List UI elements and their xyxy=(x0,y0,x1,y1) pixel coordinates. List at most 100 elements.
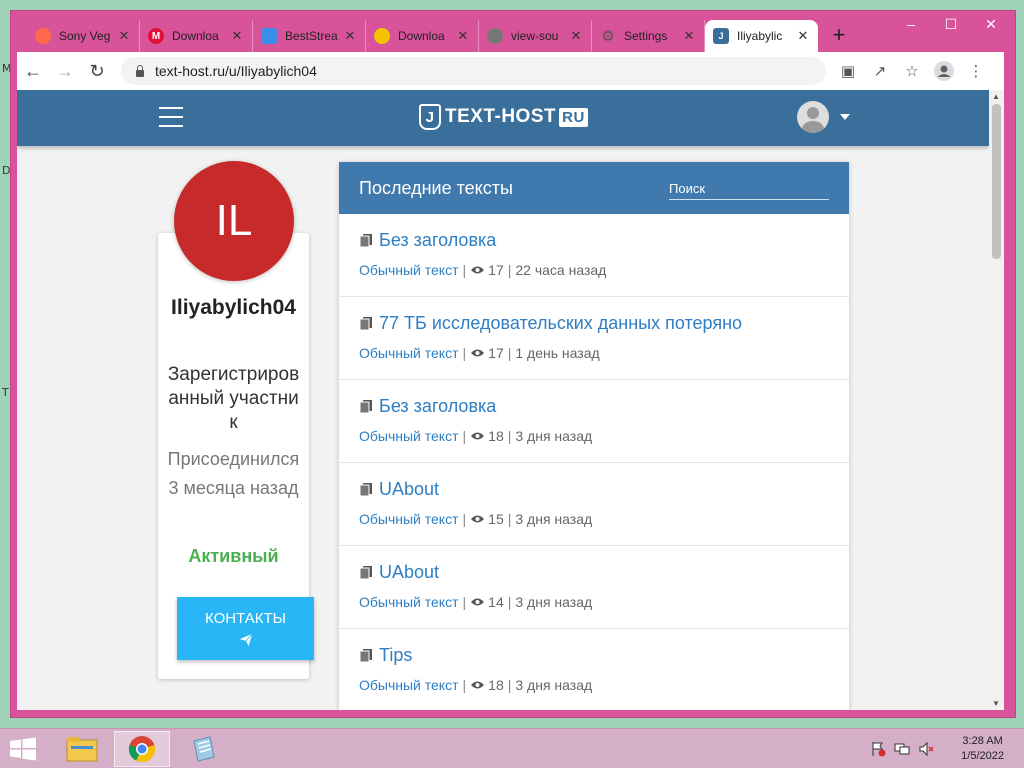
text-age: 1 день назад xyxy=(515,345,600,361)
document-icon xyxy=(359,649,372,663)
url-text[interactable]: text-host.ru/u/Iliyabylich04 xyxy=(155,63,317,79)
tab-label: Iliyabylic xyxy=(737,29,783,43)
reload-icon[interactable]: ↻ xyxy=(81,55,113,87)
lock-icon xyxy=(135,65,145,77)
list-item: Без заголовка Обычный текст | 18 | 3 дня наза… xyxy=(339,380,849,463)
translate-icon[interactable]: ▣ xyxy=(832,55,864,87)
share-icon[interactable]: ↗ xyxy=(864,55,896,87)
forward-arrow-icon[interactable]: → xyxy=(49,55,81,87)
bookmark-star-icon[interactable]: ☆ xyxy=(896,55,928,87)
browser-tab[interactable]: view-sou ✕ xyxy=(479,20,592,52)
text-age: 3 дня назад xyxy=(515,677,593,693)
text-title-link[interactable]: UAbout xyxy=(359,479,829,500)
logo-badge: RU xyxy=(559,107,588,127)
browser-tab[interactable]: Sony Veg ✕ xyxy=(27,20,140,52)
browser-tab[interactable]: Downloa ✕ xyxy=(366,20,479,52)
chevron-down-icon[interactable] xyxy=(840,114,850,120)
logo-mark-icon: J xyxy=(419,104,441,130)
text-title[interactable]: 77 ТБ исследовательских данных потеряно xyxy=(379,313,742,334)
close-icon[interactable]: ✕ xyxy=(569,28,583,44)
text-title-link[interactable]: Без заголовка xyxy=(359,396,829,417)
document-icon xyxy=(359,400,372,414)
page-scrollbar[interactable]: ▲ ▼ xyxy=(989,90,1004,710)
taskbar-clock[interactable]: 3:28 AM 1/5/2022 xyxy=(961,734,1004,764)
search-input[interactable] xyxy=(669,178,829,200)
chrome-icon[interactable] xyxy=(114,731,170,767)
kebab-menu-icon[interactable]: ⋮ xyxy=(960,55,992,87)
text-meta: Обычный текст | 17 | 22 часа назад xyxy=(359,262,829,278)
text-meta: Обычный текст | 14 | 3 дня назад xyxy=(359,594,829,610)
tab-favicon-icon: J xyxy=(713,28,729,44)
tab-favicon-icon xyxy=(261,28,277,44)
panel-header: Последние тексты xyxy=(339,162,849,214)
list-item: UAbout Обычный текст | 15 | 3 дня назад xyxy=(339,463,849,546)
close-icon[interactable]: ✕ xyxy=(796,28,810,44)
text-type-link[interactable]: Обычный текст xyxy=(359,594,459,610)
profile-icon[interactable] xyxy=(928,55,960,87)
text-title-link[interactable]: Без заголовка xyxy=(359,230,829,251)
browser-tab[interactable]: BestStrea ✕ xyxy=(253,20,366,52)
user-avatar[interactable] xyxy=(797,101,829,133)
address-bar[interactable]: text-host.ru/u/Iliyabylich04 xyxy=(121,57,826,85)
profile-avatar: IL xyxy=(174,161,294,281)
meta-separator: | xyxy=(462,428,467,444)
text-type-link[interactable]: Обычный текст xyxy=(359,345,459,361)
text-age: 3 дня назад xyxy=(515,511,593,527)
tab-label: Settings xyxy=(624,29,668,43)
scrollbar-thumb[interactable] xyxy=(992,104,1001,259)
profile-role: Зарегистрированный участник xyxy=(167,364,300,433)
clock-date: 1/5/2022 xyxy=(961,750,1004,762)
text-type-link[interactable]: Обычный текст xyxy=(359,262,459,278)
text-title[interactable]: UAbout xyxy=(379,562,439,583)
view-count: 17 xyxy=(488,345,504,361)
eye-icon xyxy=(471,598,485,606)
text-title[interactable]: UAbout xyxy=(379,479,439,500)
close-icon[interactable]: ✕ xyxy=(343,28,357,44)
new-tab-button[interactable]: + xyxy=(824,20,854,50)
text-title-link[interactable]: UAbout xyxy=(359,562,829,583)
volume-muted-icon[interactable] xyxy=(918,741,934,757)
gear-icon: ⚙ xyxy=(601,28,615,45)
back-arrow-icon[interactable]: ← xyxy=(17,55,49,87)
windows-start-icon[interactable] xyxy=(8,737,38,761)
tab-strip: Sony Veg ✕ M Downloa ✕ BestStrea ✕ Downl… xyxy=(27,18,864,52)
text-type-link[interactable]: Обычный текст xyxy=(359,511,459,527)
network-icon[interactable] xyxy=(894,741,910,757)
text-type-link[interactable]: Обычный текст xyxy=(359,677,459,693)
close-icon[interactable]: ✕ xyxy=(456,28,470,44)
contacts-button[interactable]: КОНТАКТЫ xyxy=(177,597,314,660)
close-icon[interactable]: ✕ xyxy=(230,28,244,44)
close-icon[interactable]: ✕ xyxy=(682,28,696,44)
eye-icon xyxy=(471,266,485,274)
globe-icon xyxy=(487,28,503,44)
text-title[interactable]: Tips xyxy=(379,645,412,666)
notepad-icon[interactable] xyxy=(176,731,232,767)
text-title[interactable]: Без заголовка xyxy=(379,396,496,417)
text-title-link[interactable]: 77 ТБ исследовательских данных потеряно xyxy=(359,313,829,334)
document-icon xyxy=(359,234,372,248)
desktop-icon-label: T xyxy=(2,386,9,399)
text-type-link[interactable]: Обычный текст xyxy=(359,428,459,444)
text-title-link[interactable]: Tips xyxy=(359,645,829,666)
text-list: Без заголовка Обычный текст | 17 | 22 часа на… xyxy=(339,214,849,710)
tab-label: view-sou xyxy=(511,29,559,43)
text-title[interactable]: Без заголовка xyxy=(379,230,496,251)
view-count: 17 xyxy=(488,262,504,278)
browser-tab[interactable]: M Downloa ✕ xyxy=(140,20,253,52)
scroll-down-icon[interactable]: ▼ xyxy=(992,699,1000,708)
browser-tab[interactable]: ⚙ Settings ✕ xyxy=(592,20,705,52)
list-item: UAbout Обычный текст | 14 | 3 дня назад xyxy=(339,546,849,629)
file-explorer-icon[interactable] xyxy=(54,731,110,767)
browser-tab-active[interactable]: J Iliyabylic ✕ xyxy=(705,20,818,52)
meta-separator: | xyxy=(462,594,467,610)
hamburger-menu-icon[interactable] xyxy=(159,107,183,127)
action-center-flag-icon[interactable] xyxy=(870,741,886,757)
meta-separator: | xyxy=(462,345,467,361)
maximize-button[interactable]: ☐ xyxy=(931,13,971,35)
close-icon[interactable]: ✕ xyxy=(117,28,131,44)
minimize-button[interactable]: – xyxy=(891,13,931,35)
scroll-up-icon[interactable]: ▲ xyxy=(992,92,1000,101)
close-window-button[interactable]: ✕ xyxy=(971,13,1011,35)
recent-texts-panel: Последние тексты Без заголовка Обычный те… xyxy=(339,162,849,710)
site-logo[interactable]: J TEXT-HOST RU xyxy=(419,104,588,130)
